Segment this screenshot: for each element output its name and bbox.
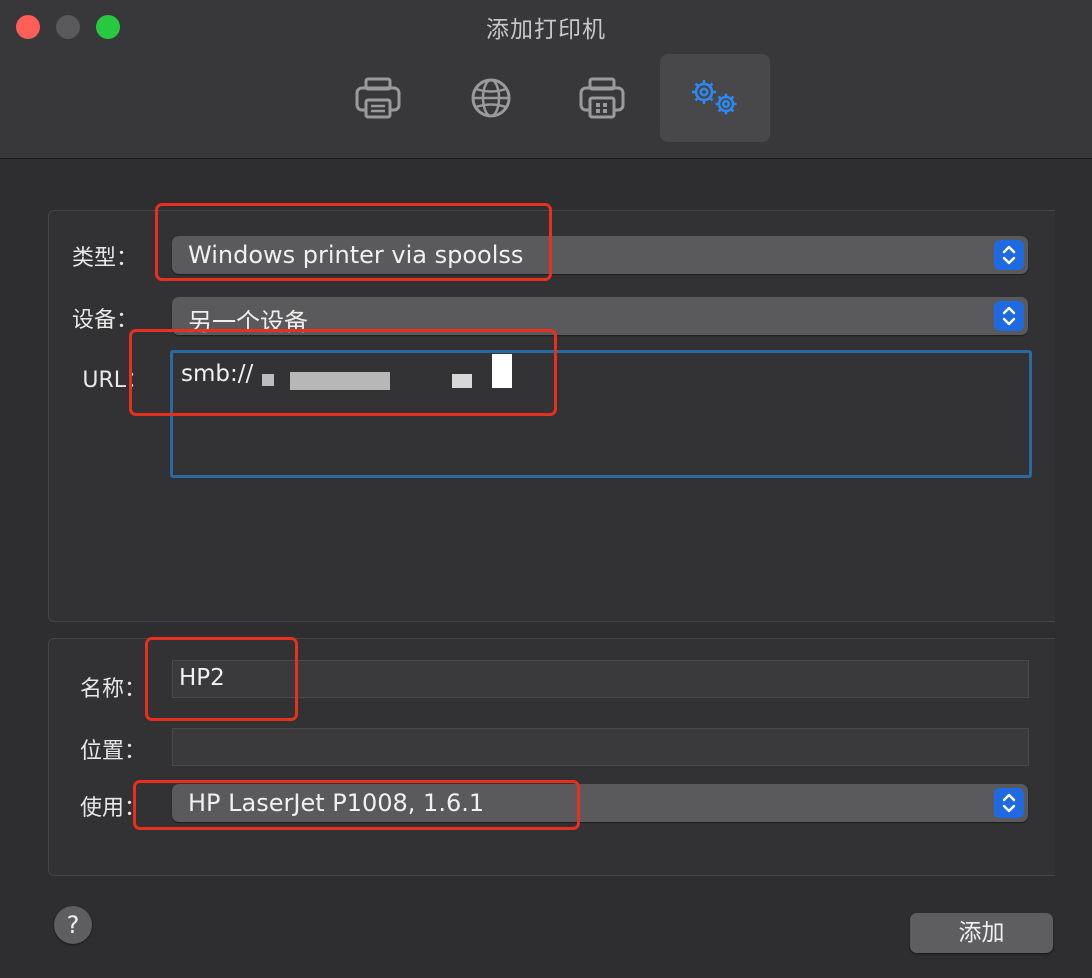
add-button[interactable]: 添加 — [910, 913, 1053, 953]
annotation-box — [155, 203, 552, 281]
annotation-box — [133, 780, 580, 830]
name-field[interactable]: HP2 — [172, 660, 1029, 698]
use-label: 使用： — [79, 796, 146, 821]
printer-icon — [355, 77, 401, 119]
titlebar: 添加打印机 — [0, 0, 1092, 159]
gears-icon — [692, 80, 737, 115]
windows-printer-icon — [579, 77, 625, 119]
help-button[interactable]: ? — [54, 906, 92, 944]
tab-ip-printer[interactable] — [436, 54, 546, 142]
annotation-box — [145, 637, 298, 721]
globe-icon — [471, 78, 511, 118]
chevron-updown-icon — [994, 240, 1024, 270]
chevron-updown-icon — [994, 788, 1024, 818]
tab-windows-printer[interactable] — [547, 54, 657, 142]
location-field[interactable] — [172, 728, 1029, 766]
tab-default-printer[interactable] — [323, 54, 433, 142]
type-label: 类型： — [71, 246, 138, 271]
annotation-box — [129, 329, 557, 416]
device-label: 设备： — [71, 308, 138, 333]
name-label: 名称： — [79, 677, 146, 702]
tab-advanced[interactable] — [660, 54, 770, 142]
location-label: 位置： — [79, 739, 146, 764]
window-title: 添加打印机 — [486, 17, 606, 43]
chevron-updown-icon — [994, 301, 1024, 331]
add-printer-window: 添加打印机 类型： Windows printer via spoolss 设备… — [0, 0, 1092, 978]
